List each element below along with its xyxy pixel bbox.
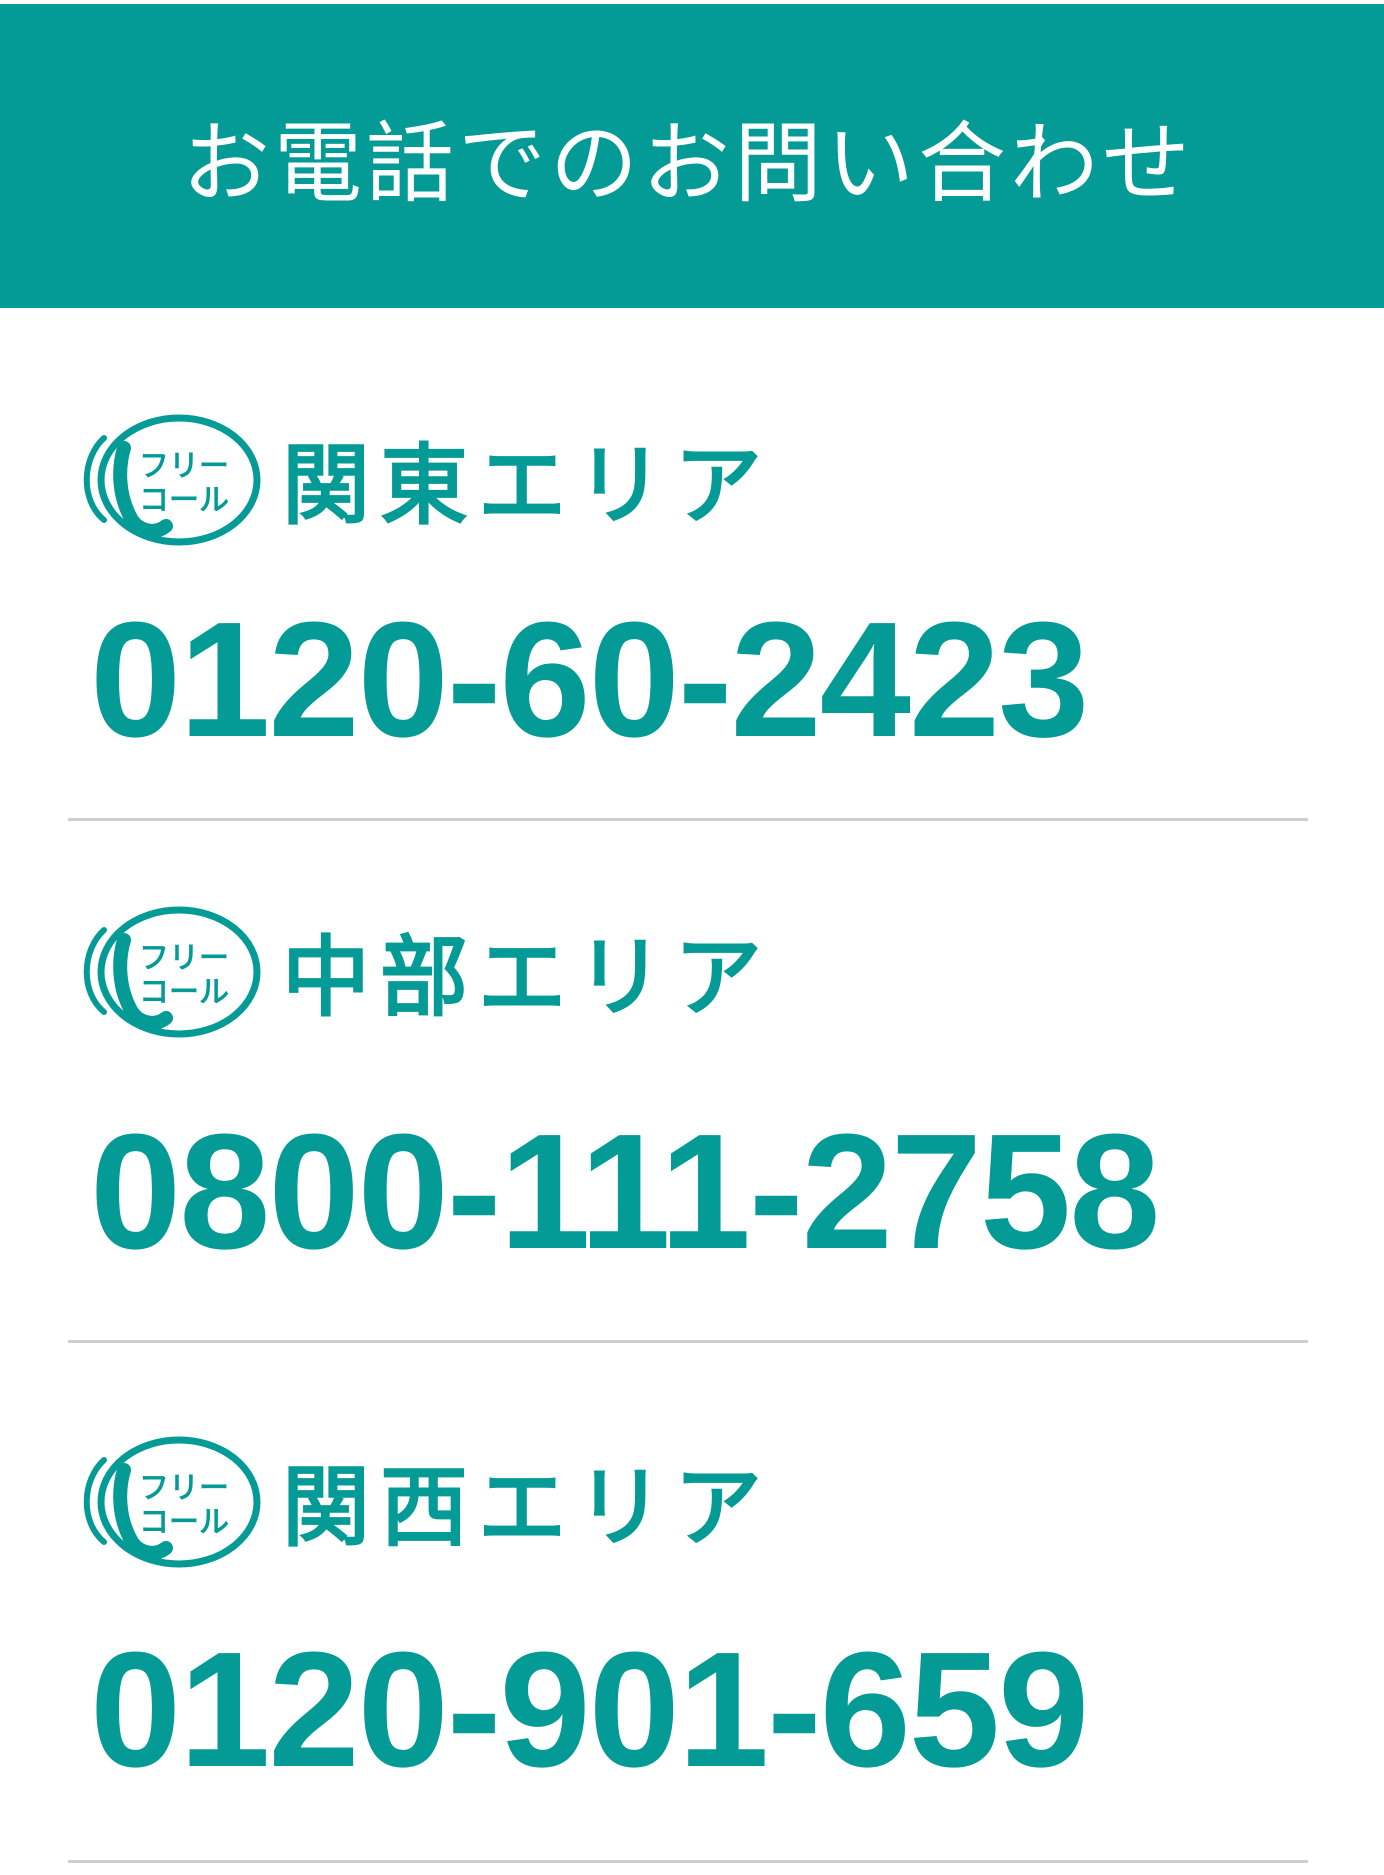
phone-link-chubu[interactable]: 0800-111-2758 — [90, 1110, 1160, 1274]
phone-link-kansai[interactable]: 0120-901-659 — [90, 1628, 1089, 1792]
area-name: 中部エリア — [282, 925, 773, 1029]
area-name: 関東エリア — [282, 433, 773, 537]
contact-header: お電話でのお問い合わせ — [0, 4, 1384, 308]
page-title: お電話でのお問い合わせ — [181, 111, 1194, 215]
divider — [68, 1340, 1308, 1343]
freecall-text-line1: フリー — [139, 941, 229, 976]
area-name: 関西エリア — [282, 1455, 773, 1559]
freecall-text-line1: フリー — [139, 449, 229, 484]
freecall-icon: フリー コール — [83, 414, 261, 546]
area-label-kansai: フリー コール 関西エリア — [74, 1430, 772, 1570]
freecall-icon: フリー コール — [83, 1436, 261, 1568]
area-label-kanto: フリー コール 関東エリア — [74, 408, 772, 548]
divider — [68, 1860, 1308, 1863]
freecall-icon: フリー コール — [83, 906, 261, 1038]
phone-link-kanto[interactable]: 0120-60-2423 — [90, 598, 1089, 762]
freecall-text-line2: コール — [139, 483, 229, 518]
divider — [68, 818, 1308, 821]
freecall-text-line2: コール — [139, 975, 229, 1010]
area-label-chubu: フリー コール 中部エリア — [74, 900, 772, 1040]
freecall-text-line1: フリー — [139, 1471, 229, 1506]
freecall-text-line2: コール — [139, 1505, 229, 1540]
